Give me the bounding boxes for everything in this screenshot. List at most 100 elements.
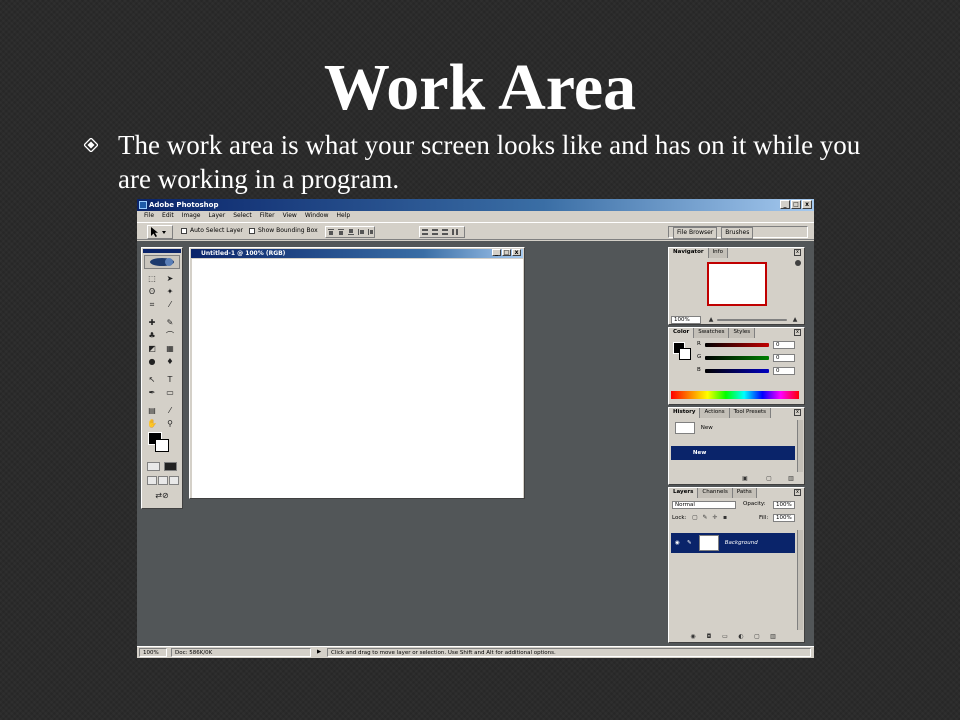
history-scrollbar[interactable] (797, 420, 803, 472)
marquee-tool-icon[interactable]: ⬚ (145, 273, 159, 284)
menu-window[interactable]: Window (301, 211, 333, 221)
color-bg-swatch[interactable] (679, 348, 691, 360)
toolbox-grip[interactable] (143, 249, 181, 253)
zoom-out-icon[interactable]: ▲ (707, 316, 715, 323)
menu-file[interactable]: File (140, 211, 158, 221)
brush-tool-icon[interactable]: ✎ (163, 317, 177, 328)
menu-select[interactable]: Select (229, 211, 256, 221)
history-snapshot-row[interactable]: New (671, 421, 795, 435)
hand-tool-icon[interactable]: ✋ (145, 418, 159, 429)
jump-to-imageready-icon[interactable]: ⇄⊘ (147, 490, 177, 501)
doc-minimize-button[interactable]: _ (492, 249, 501, 256)
eraser-tool-icon[interactable]: ◩ (145, 343, 159, 354)
tab-paths[interactable]: Paths (732, 488, 757, 498)
menu-image[interactable]: Image (178, 211, 205, 221)
lasso-tool-icon[interactable]: ʘ (145, 286, 159, 297)
layer-style-icon[interactable]: ◉ (689, 633, 697, 640)
bounding-box-checkbox[interactable] (249, 228, 255, 234)
align-buttons[interactable] (325, 226, 375, 238)
clone-stamp-tool-icon[interactable]: ♣ (145, 330, 159, 341)
delete-layer-icon[interactable]: ▥ (769, 633, 777, 640)
move-tool-icon[interactable]: ➤ (163, 273, 177, 284)
channel-g-slider[interactable] (705, 356, 769, 360)
menu-edit[interactable]: Edit (158, 211, 178, 221)
lock-paint-icon[interactable]: ✎ (701, 514, 709, 521)
standard-mode-button[interactable] (147, 462, 160, 471)
lock-transparency-icon[interactable]: ▢ (691, 514, 699, 521)
history-trash-icon[interactable]: ▥ (787, 475, 795, 482)
dodge-tool-icon[interactable]: ♦ (163, 356, 177, 367)
status-arrow-icon[interactable]: ▶ (317, 647, 321, 658)
layer-background-row[interactable]: ◉ ✎ Background (671, 533, 795, 553)
status-doc-size[interactable]: Doc: 586K/0K (171, 648, 311, 657)
tab-navigator[interactable]: Navigator (669, 248, 709, 258)
history-snapshot-icon[interactable]: ▣ (741, 475, 749, 482)
tab-channels[interactable]: Channels (698, 488, 733, 498)
channel-r-field[interactable]: 0 (773, 341, 795, 349)
crop-tool-icon[interactable]: ⌗ (145, 299, 159, 310)
screen-mode-standard-button[interactable] (147, 476, 157, 485)
document-canvas[interactable] (192, 259, 523, 498)
history-brush-tool-icon[interactable]: ⌒ (163, 330, 177, 341)
navigator-close-icon[interactable]: x (794, 249, 801, 256)
lock-move-icon[interactable]: ✛ (711, 514, 719, 521)
shape-tool-icon[interactable]: ▭ (163, 387, 177, 398)
maximize-button[interactable]: □ (791, 200, 801, 209)
eyedropper-tool-icon[interactable]: ⁄ (163, 405, 177, 416)
tab-tool-presets[interactable]: Tool Presets (729, 408, 772, 418)
channel-g-field[interactable]: 0 (773, 354, 795, 362)
background-color-swatch[interactable] (155, 439, 169, 452)
doc-maximize-button[interactable]: □ (502, 249, 511, 256)
menu-layer[interactable]: Layer (204, 211, 229, 221)
color-close-icon[interactable]: x (794, 329, 801, 336)
zoom-tool-icon[interactable]: ⚲ (163, 418, 177, 429)
tab-swatches[interactable]: Swatches (694, 328, 730, 338)
well-tab-file-browser[interactable]: File Browser (673, 227, 718, 239)
well-tab-brushes[interactable]: Brushes (721, 227, 754, 239)
distribute-buttons[interactable] (419, 226, 465, 238)
lock-all-icon[interactable]: ▪ (721, 514, 729, 521)
navigator-preview[interactable] (707, 262, 767, 306)
tab-layers[interactable]: Layers (669, 488, 699, 498)
screen-mode-full-button[interactable] (169, 476, 179, 485)
channel-b-field[interactable]: 0 (773, 367, 795, 375)
magic-wand-tool-icon[interactable]: ✦ (163, 286, 177, 297)
screen-mode-full-menu-button[interactable] (158, 476, 168, 485)
blur-tool-icon[interactable]: ● (145, 356, 159, 367)
layers-close-icon[interactable]: x (794, 489, 801, 496)
menu-view[interactable]: View (279, 211, 301, 221)
history-close-icon[interactable]: x (794, 409, 801, 416)
navigator-menu-icon[interactable] (795, 260, 801, 266)
layer-set-icon[interactable]: ▭ (721, 633, 729, 640)
layers-scrollbar[interactable] (797, 530, 803, 630)
zoom-in-icon[interactable]: ▲ (791, 316, 799, 323)
pen-tool-icon[interactable]: ✒ (145, 387, 159, 398)
type-tool-icon[interactable]: T (163, 374, 177, 385)
opacity-field[interactable]: 100% (773, 501, 795, 509)
status-zoom-field[interactable]: 100% (139, 648, 167, 657)
doc-close-button[interactable]: x (512, 249, 521, 256)
close-button[interactable]: x (802, 200, 812, 209)
auto-select-checkbox[interactable] (181, 228, 187, 234)
tab-color[interactable]: Color (669, 328, 695, 338)
notes-tool-icon[interactable]: ▤ (145, 405, 159, 416)
tool-preset-picker[interactable] (147, 225, 173, 239)
channel-r-slider[interactable] (705, 343, 769, 347)
fill-field[interactable]: 100% (773, 514, 795, 522)
tab-info[interactable]: Info (708, 248, 728, 258)
new-layer-icon[interactable]: ▢ (753, 633, 761, 640)
tab-styles[interactable]: Styles (729, 328, 756, 338)
adjustment-layer-icon[interactable]: ◐ (737, 633, 745, 640)
path-selection-tool-icon[interactable]: ↖ (145, 374, 159, 385)
color-spectrum-bar[interactable] (671, 391, 799, 399)
slice-tool-icon[interactable]: ⁄ (163, 299, 177, 310)
tab-actions[interactable]: Actions (700, 408, 730, 418)
channel-b-slider[interactable] (705, 369, 769, 373)
healing-brush-tool-icon[interactable]: ✚ (145, 317, 159, 328)
photoshop-eye-logo-icon[interactable] (144, 255, 180, 269)
quick-mask-mode-button[interactable] (164, 462, 177, 471)
blend-mode-select[interactable]: Normal (672, 501, 736, 509)
tab-history[interactable]: History (669, 408, 701, 418)
minimize-button[interactable]: _ (780, 200, 790, 209)
document-title-bar[interactable]: Untitled-1 @ 100% (RGB) _ □ x (191, 249, 523, 258)
